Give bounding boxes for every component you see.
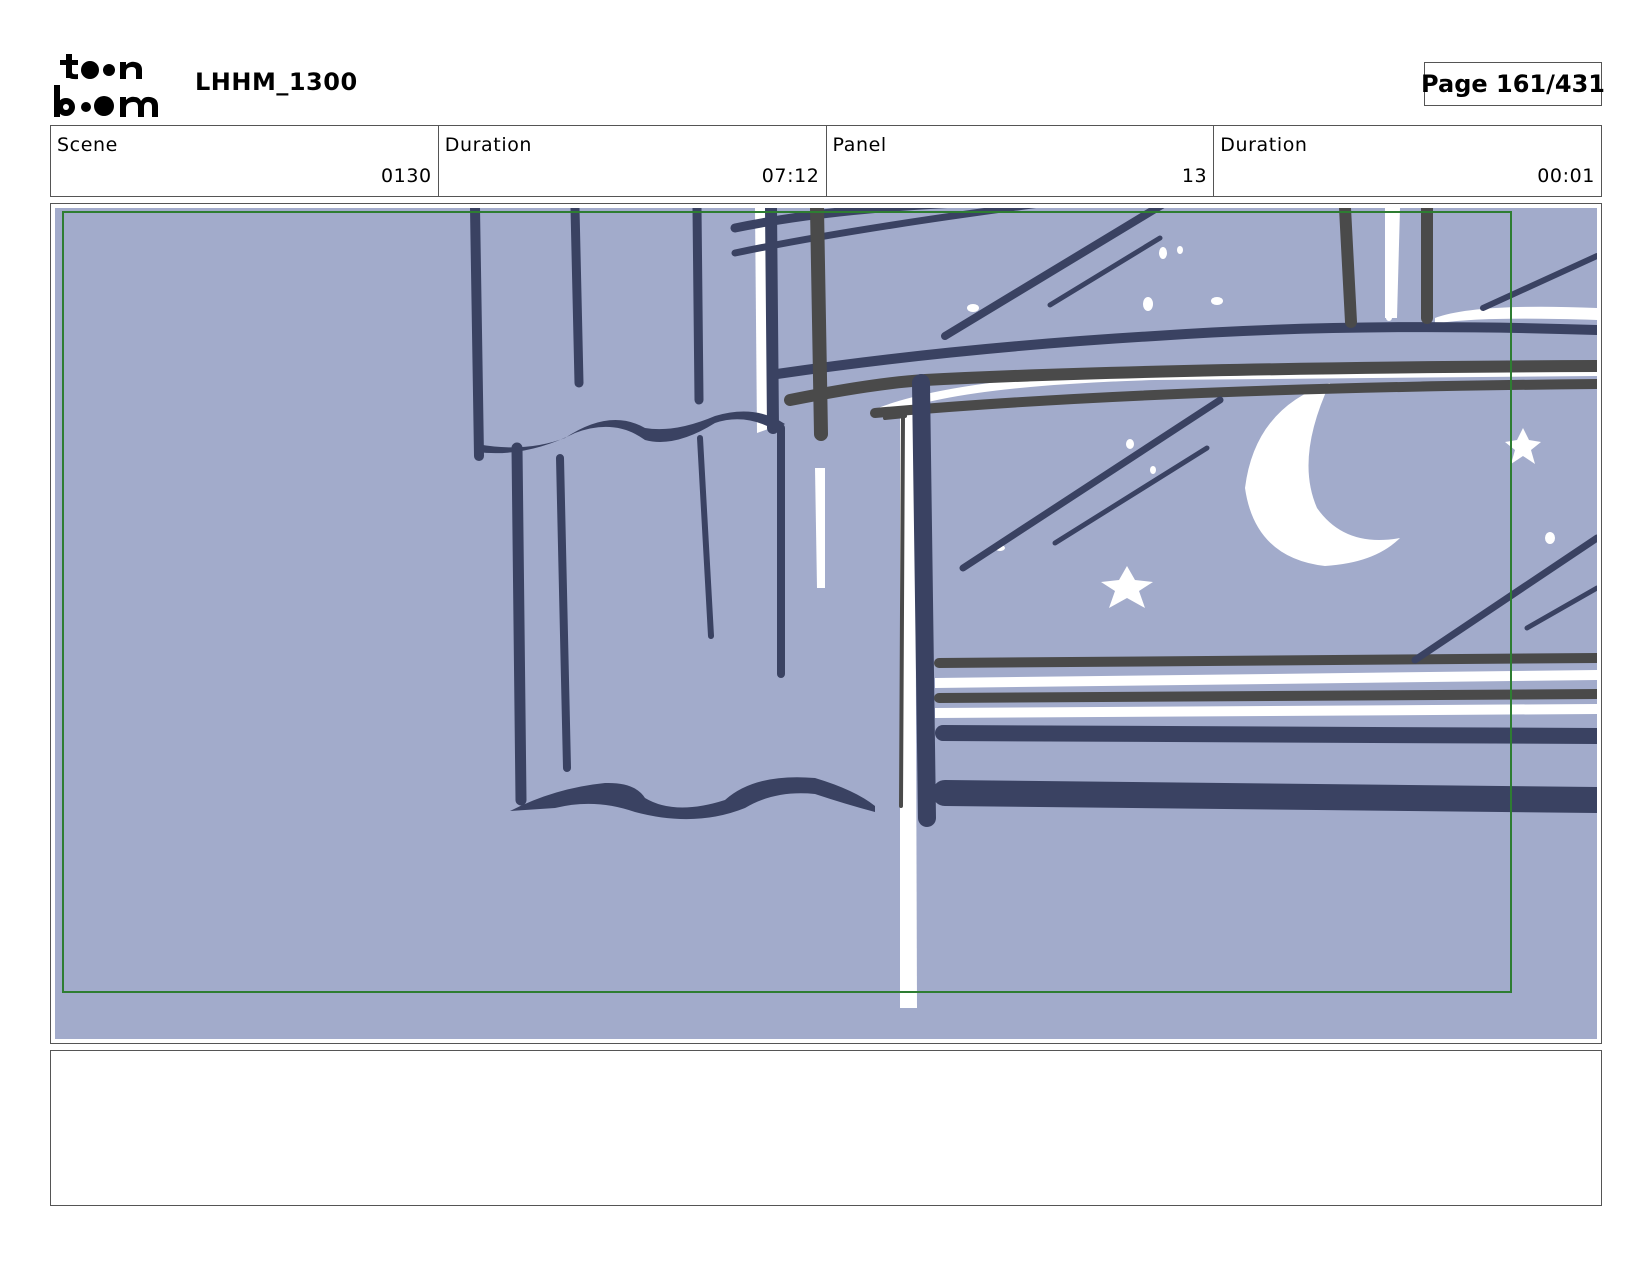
panel-info-table: Scene 0130 Duration 07:12 Panel 13 Durat… [50,125,1602,197]
scene-cell: Scene 0130 [51,126,439,196]
panel-duration-cell: Duration 00:01 [1214,126,1601,196]
panel-label: Panel [832,134,887,156]
scene-value: 0130 [380,165,432,187]
toonboom-logo [54,54,158,117]
storyboard-panel [50,203,1602,1044]
scene-duration-cell: Duration 07:12 [439,126,827,196]
scene-duration-label: Duration [444,134,533,156]
panel-duration-value: 00:01 [1537,165,1595,187]
panel-cell: Panel 13 [827,126,1215,196]
panel-duration-label: Duration [1220,134,1308,156]
panel-drawing [55,208,1597,1039]
project-title: LHHM_1300 [195,68,358,96]
panel-value: 13 [1181,165,1208,187]
scene-label: Scene [57,134,118,156]
page-indicator: Page 161/431 [1421,62,1605,106]
scene-duration-value: 07:12 [761,165,820,187]
panel-notes-box [50,1050,1602,1206]
